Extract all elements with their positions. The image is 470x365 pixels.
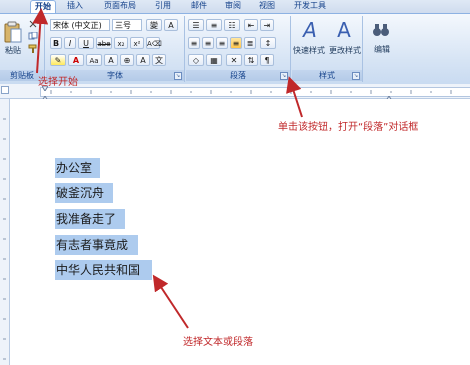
tab-page-layout[interactable]: 页面布局 [100, 0, 140, 12]
italic-icon[interactable]: I [64, 37, 76, 49]
cut-icon[interactable] [28, 20, 38, 28]
paste-icon[interactable] [3, 20, 23, 44]
show-marks-icon[interactable]: ¶ [260, 54, 274, 66]
selected-line-2[interactable]: 破釜沉舟 [55, 183, 113, 203]
borders-icon[interactable]: ▦ [206, 54, 222, 66]
char-border-icon[interactable]: A [164, 19, 178, 31]
change-case-icon[interactable]: Aa [86, 54, 102, 66]
underline-icon[interactable]: U [78, 37, 94, 49]
strikethrough-icon[interactable]: abe [96, 37, 112, 49]
copy-icon[interactable] [28, 31, 38, 40]
paragraph-group-label: 段落 [186, 70, 290, 81]
binoculars-icon[interactable] [371, 20, 391, 40]
align-center-icon[interactable]: ≡ [202, 37, 214, 49]
annotation-click-button: 单击该按钮，打开“段落”对话框 [278, 122, 419, 133]
quick-styles-icon[interactable]: A [298, 18, 322, 42]
increase-indent-icon[interactable]: ⇥ [260, 19, 274, 31]
align-right-icon[interactable]: ≡ [216, 37, 228, 49]
char-shading-icon[interactable]: A [104, 54, 118, 66]
selected-line-1[interactable]: 办公室 [55, 158, 100, 178]
change-styles-icon[interactable]: A [332, 18, 356, 42]
editing-label[interactable]: 编辑 [366, 44, 398, 55]
superscript-icon[interactable]: x² [130, 37, 144, 49]
ribbon-tab-bar: 开始 插入 页面布局 引用 邮件 审阅 视图 开发工具 [0, 0, 470, 13]
tab-home[interactable]: 开始 [30, 0, 56, 13]
ruler-bar [40, 87, 470, 97]
styles-group: A 快速样式 A 更改样式 样式 ↘ [292, 16, 363, 82]
editing-group: 编辑 [364, 16, 400, 82]
asian-layout-icon[interactable]: ✕ [226, 54, 242, 66]
tab-developer[interactable]: 开发工具 [290, 0, 330, 12]
justify-icon[interactable]: ≡ [230, 37, 242, 49]
annotation-select-start: 选择开始 [38, 77, 78, 88]
paragraph-dialog-launcher-icon[interactable]: ↘ [280, 72, 288, 80]
font-color-icon[interactable]: A [68, 54, 84, 66]
wen-icon[interactable]: 變 [146, 19, 162, 31]
shading-icon[interactable]: ◇ [188, 54, 204, 66]
change-styles-label[interactable]: 更改样式 [328, 45, 362, 56]
text-effect-icon[interactable]: A [136, 54, 150, 66]
bold-icon[interactable]: B [50, 37, 62, 49]
vertical-ruler[interactable] [0, 99, 10, 365]
format-painter-icon[interactable] [28, 44, 38, 53]
font-dialog-launcher-icon[interactable]: ↘ [174, 72, 182, 80]
tab-review[interactable]: 审阅 [222, 0, 244, 12]
tab-mailings[interactable]: 邮件 [188, 0, 210, 12]
font-name-combo[interactable]: 宋体 (中文正) [50, 19, 110, 31]
bullets-icon[interactable]: ☰ [188, 19, 204, 31]
multilevel-list-icon[interactable]: ☷ [224, 19, 240, 31]
clear-format-icon[interactable]: A⌫ [146, 37, 162, 49]
annotation-select-text: 选择文本或段落 [183, 337, 253, 348]
subscript-icon[interactable]: x₂ [114, 37, 128, 49]
styles-dialog-launcher-icon[interactable]: ↘ [352, 72, 360, 80]
selected-line-3[interactable]: 我准备走了 [55, 209, 125, 229]
quick-styles-label[interactable]: 快速样式 [292, 45, 326, 56]
tab-insert[interactable]: 插入 [64, 0, 86, 12]
align-left-icon[interactable]: ≡ [188, 37, 200, 49]
selected-line-4[interactable]: 有志者事竟成 [55, 235, 138, 255]
phonetic-guide-icon[interactable]: 文 [152, 54, 166, 66]
tab-selector-icon[interactable] [1, 86, 9, 94]
sort-icon[interactable]: ⇅ [244, 54, 258, 66]
line-spacing-icon[interactable]: ↕ [260, 37, 276, 49]
tab-references[interactable]: 引用 [152, 0, 174, 12]
paste-button-label[interactable]: 粘贴 [2, 45, 24, 56]
paragraph-group: ☰ ≡ ☷ ⇤ ⇥ ≡ ≡ ≡ ≡ ≣ ↕ ◇ ▦ ✕ ⇅ ¶ 段落 ↘ [186, 16, 291, 82]
document-page[interactable]: 办公室 破釜沉舟 我准备走了 有志者事竟成 中华人民共和国 [10, 99, 470, 365]
decrease-indent-icon[interactable]: ⇤ [244, 19, 258, 31]
tab-view[interactable]: 视图 [256, 0, 278, 12]
highlight-icon[interactable]: ✎ [50, 54, 66, 66]
font-size-combo[interactable]: 三号 [112, 19, 142, 31]
distributed-icon[interactable]: ≣ [244, 37, 256, 49]
numbering-icon[interactable]: ≡ [206, 19, 222, 31]
selected-line-5[interactable]: 中华人民共和国 [55, 260, 152, 280]
enclose-char-icon[interactable]: ⊕ [120, 54, 134, 66]
